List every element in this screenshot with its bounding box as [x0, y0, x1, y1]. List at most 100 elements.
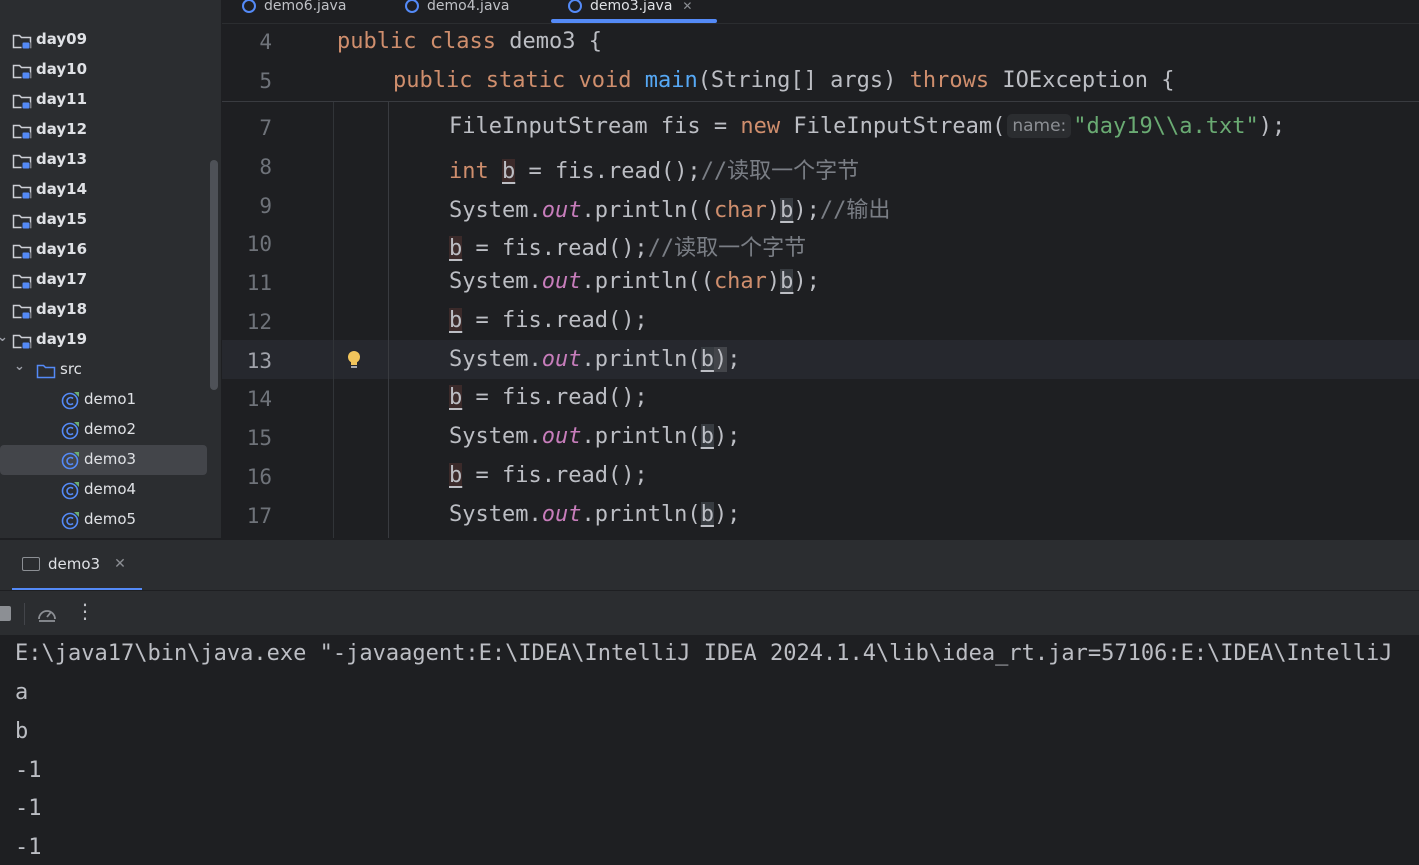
code-editor[interactable]: 4 public class demo3 { 5 public static v…: [222, 24, 1419, 538]
run-tab-demo3[interactable]: demo3 ✕: [22, 552, 126, 576]
tree-class-demo4[interactable]: demo4: [0, 475, 221, 505]
code-line: System.out.println(b);: [449, 424, 741, 449]
code-line: System.out.println((char)b);//输出: [449, 198, 891, 223]
tree-class-label: demo5: [84, 510, 137, 528]
java-class-icon: [61, 391, 80, 410]
project-header-label: ect: [0, 0, 25, 4]
tree-folder-label: src: [60, 360, 82, 378]
tree-folder-label: day09: [36, 30, 88, 48]
module-folder-icon: [12, 152, 32, 170]
console-output[interactable]: E:\java17\bin\java.exe "-javaagent:E:\ID…: [0, 635, 1419, 865]
project-sidebar: ect ⌄ day09 day10 day11 day12 day13 day14 day15…: [0, 0, 221, 538]
tree-folder-day14[interactable]: day14: [0, 175, 221, 205]
module-folder-icon: [12, 62, 32, 80]
parameter-hint: name:: [1007, 114, 1072, 138]
line-number: 16: [246, 465, 272, 489]
tree-folder-day13[interactable]: day13: [0, 145, 221, 175]
code-line: int b = fis.read();//读取一个字节: [449, 159, 860, 184]
console-line: -1: [15, 835, 42, 860]
line-number: 4: [259, 30, 272, 54]
close-icon[interactable]: ✕: [114, 556, 126, 572]
tree-folder-day09[interactable]: day09: [0, 25, 221, 55]
module-folder-icon: [12, 212, 32, 230]
stop-button[interactable]: [0, 606, 11, 621]
tree-folder-label: day19: [36, 330, 88, 348]
line-number: 7: [259, 116, 272, 140]
java-class-icon: [61, 511, 80, 530]
code-line: System.out.println(b);: [449, 502, 741, 527]
code-line: System.out.println(b);: [449, 347, 741, 372]
module-folder-icon: [12, 182, 32, 200]
chevron-down-icon[interactable]: ⌄: [0, 330, 8, 345]
code-line: b = fis.read();: [449, 385, 648, 410]
module-folder-icon: [12, 242, 32, 260]
tree-folder-label: day11: [36, 90, 88, 108]
tab-demo3[interactable]: demo3.java ✕: [568, 0, 692, 21]
tree-class-label: demo1: [84, 390, 137, 408]
run-window-icon: [22, 557, 40, 571]
console-line: b: [15, 719, 29, 744]
code-line: System.out.println((char)b);: [449, 269, 820, 294]
console-line: -1: [15, 796, 42, 821]
tree-class-demo3[interactable]: demo3: [0, 445, 207, 475]
sticky-lines-border: [222, 101, 1419, 102]
line-number: 10: [246, 232, 272, 256]
module-folder-icon: [12, 272, 32, 290]
tree-folder-day17[interactable]: day17: [0, 265, 221, 295]
tree-folder-day11[interactable]: day11: [0, 85, 221, 115]
java-class-icon: [568, 0, 582, 13]
tab-label: demo3.java: [590, 0, 673, 14]
module-folder-icon: [12, 302, 32, 320]
more-options-icon[interactable]: ⋮: [75, 599, 95, 623]
line-number: 5: [259, 69, 272, 93]
tree-folder-label: day12: [36, 120, 88, 138]
code-line: b = fis.read();: [449, 463, 648, 488]
tree-folder-label: day13: [36, 150, 88, 168]
tree-class-label: demo4: [84, 480, 137, 498]
sidebar-scrollbar[interactable]: [210, 160, 218, 390]
java-class-icon: [61, 481, 80, 500]
java-class-icon: [61, 421, 80, 440]
tree-class-demo5[interactable]: demo5: [0, 505, 221, 535]
run-toolbar: ⋮: [0, 590, 1419, 635]
tree-folder-day15[interactable]: day15: [0, 205, 221, 235]
profiler-gauge-icon[interactable]: [36, 603, 58, 625]
java-class-icon: [405, 0, 419, 13]
tree-folder-day16[interactable]: day16: [0, 235, 221, 265]
code-line: FileInputStream fis = new FileInputStrea…: [449, 114, 1286, 139]
code-line: b = fis.read();: [449, 308, 648, 333]
tree-folder-label: day16: [36, 240, 88, 258]
tree-folder-label: day18: [36, 300, 88, 318]
project-header[interactable]: ect ⌄: [0, 0, 39, 4]
tab-demo4[interactable]: demo4.java: [405, 0, 509, 21]
gutter-separator: [333, 102, 334, 538]
code-line: public class demo3 {: [337, 29, 602, 54]
tree-folder-day10[interactable]: day10: [0, 55, 221, 85]
tree-class-demo1[interactable]: demo1: [0, 385, 221, 415]
sticky-line[interactable]: 4 public class demo3 {: [222, 24, 1419, 63]
tree-folder-day12[interactable]: day12: [0, 115, 221, 145]
module-folder-icon: [12, 332, 32, 350]
tree-folder-day18[interactable]: day18: [0, 295, 221, 325]
tree-folder-src[interactable]: ⌄ src: [0, 355, 221, 385]
module-folder-icon: [12, 32, 32, 50]
lightbulb-icon[interactable]: [346, 350, 362, 372]
console-line: E:\java17\bin\java.exe "-javaagent:E:\ID…: [15, 641, 1393, 666]
sticky-line[interactable]: 5 public static void main(String[] args)…: [222, 63, 1419, 102]
tree-class-label: demo2: [84, 420, 137, 438]
tab-demo6[interactable]: demo6.java: [242, 0, 346, 21]
line-number: 14: [246, 387, 272, 411]
module-folder-icon: [12, 122, 32, 140]
java-class-icon: [242, 0, 256, 13]
tree-folder-day19[interactable]: ⌄ day19: [0, 325, 221, 355]
tree-class-demo2[interactable]: demo2: [0, 415, 221, 445]
chevron-down-icon[interactable]: ⌄: [14, 359, 25, 374]
code-line: public static void main(String[] args) t…: [393, 68, 1175, 93]
toolbar-separator: [24, 603, 25, 625]
tree-folder-label: day15: [36, 210, 88, 228]
java-class-icon: [61, 451, 80, 470]
close-icon[interactable]: ✕: [682, 0, 692, 13]
module-folder-icon: [12, 92, 32, 110]
tree-folder-label: day17: [36, 270, 88, 288]
line-number: 15: [246, 426, 272, 450]
